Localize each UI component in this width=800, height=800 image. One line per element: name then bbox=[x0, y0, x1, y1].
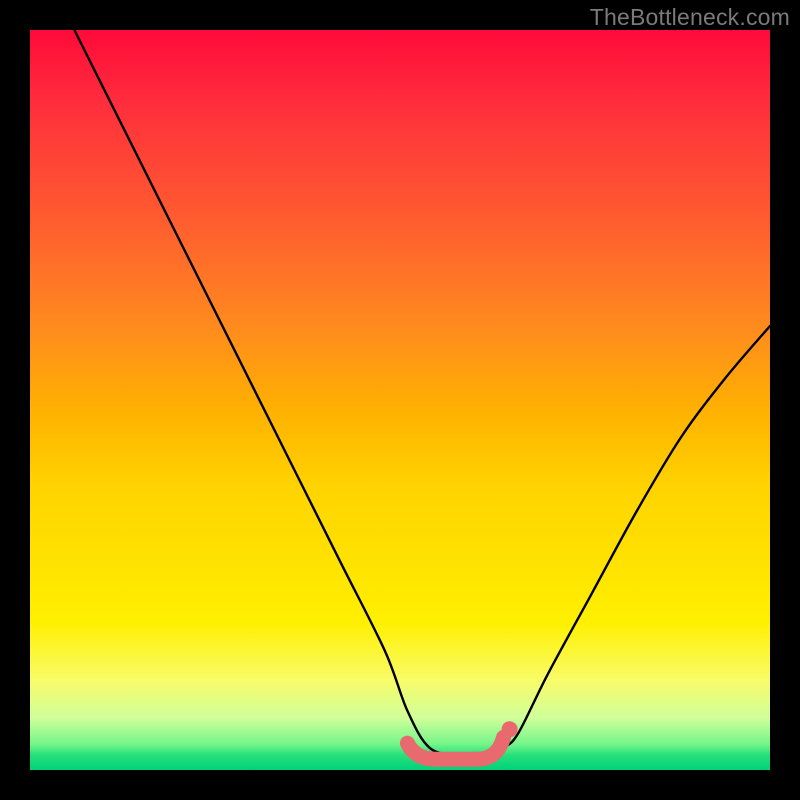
band-end-dot bbox=[502, 721, 518, 737]
attribution-watermark: TheBottleneck.com bbox=[590, 4, 790, 31]
bottleneck-curve bbox=[74, 30, 770, 756]
chart-canvas bbox=[30, 30, 770, 770]
plot-area bbox=[30, 30, 770, 770]
chart-frame: TheBottleneck.com bbox=[0, 0, 800, 800]
